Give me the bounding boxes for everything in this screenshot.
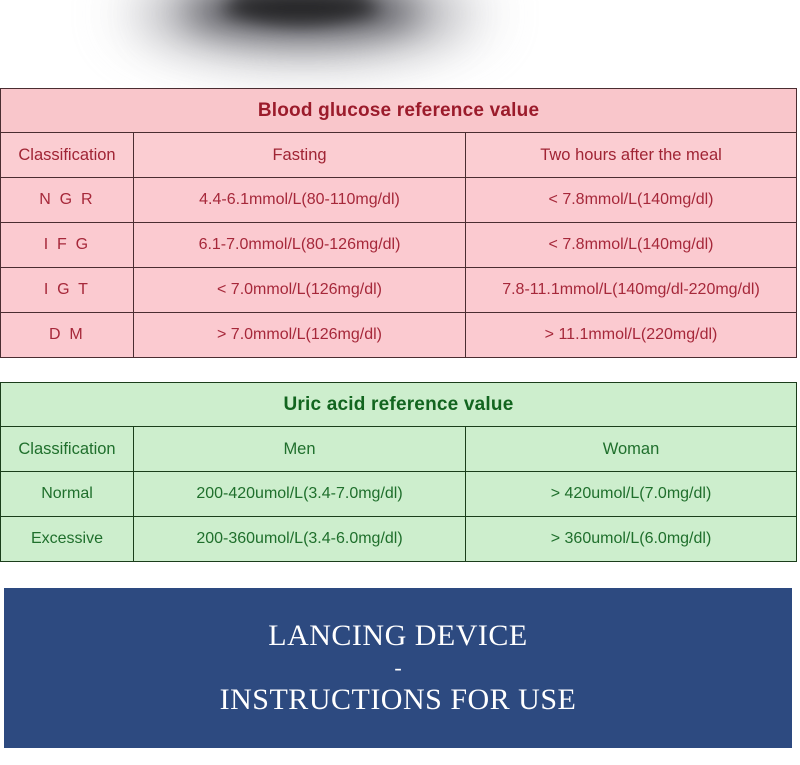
banner-title-line-2: INSTRUCTIONS FOR USE <box>219 682 577 716</box>
table-row: I G T < 7.0mmol/L(126mg/dl) 7.8-11.1mmol… <box>0 267 797 313</box>
cell-dm-fasting: > 7.0mmol/L(126mg/dl) <box>133 312 466 358</box>
cell-dm-two-hours: > 11.1mmol/L(220mg/dl) <box>464 312 797 358</box>
cell-ifg-two-hours: < 7.8mmol/L(140mg/dl) <box>464 222 797 268</box>
instructions-banner: LANCING DEVICE - INSTRUCTIONS FOR USE <box>4 588 792 748</box>
table-row: Excessive 200-360umol/L(3.4-6.0mg/dl) > … <box>0 516 797 562</box>
header-woman: Woman <box>464 426 797 472</box>
banner-title-line-1: LANCING DEVICE <box>268 618 528 652</box>
header-classification: Classification <box>0 132 134 178</box>
table-title-row: Blood glucose reference value <box>0 88 797 133</box>
cell-ngr-fasting: 4.4-6.1mmol/L(80-110mg/dl) <box>133 177 466 223</box>
header-classification: Classification <box>0 426 134 472</box>
cell-ifg-fasting: 6.1-7.0mmol/L(80-126mg/dl) <box>133 222 466 268</box>
row-classification-ngr: N G R <box>0 177 134 223</box>
row-classification-normal: Normal <box>0 471 134 517</box>
table-row: D M > 7.0mmol/L(126mg/dl) > 11.1mmol/L(2… <box>0 312 797 358</box>
row-classification-ifg: I F G <box>0 222 134 268</box>
blood-glucose-table-title: Blood glucose reference value <box>0 88 797 133</box>
blood-glucose-reference-table: Blood glucose reference value Classifica… <box>0 88 798 358</box>
banner-separator: - <box>394 655 402 681</box>
cell-normal-woman: > 420umol/L(7.0mg/dl) <box>464 471 797 517</box>
product-shadow-area <box>0 0 800 88</box>
cell-normal-men: 200-420umol/L(3.4-7.0mg/dl) <box>133 471 466 517</box>
table-row: N G R 4.4-6.1mmol/L(80-110mg/dl) < 7.8mm… <box>0 177 797 223</box>
uric-acid-table-title: Uric acid reference value <box>0 382 797 427</box>
table-header-row: Classification Fasting Two hours after t… <box>0 132 797 178</box>
header-two-hours-after-meal: Two hours after the meal <box>464 132 797 178</box>
table-row: I F G 6.1-7.0mmol/L(80-126mg/dl) < 7.8mm… <box>0 222 797 268</box>
cell-igt-fasting: < 7.0mmol/L(126mg/dl) <box>133 267 466 313</box>
row-classification-dm: D M <box>0 312 134 358</box>
row-classification-excessive: Excessive <box>0 516 134 562</box>
header-fasting: Fasting <box>133 132 466 178</box>
table-header-row: Classification Men Woman <box>0 426 797 472</box>
table-title-row: Uric acid reference value <box>0 382 797 427</box>
cell-excessive-men: 200-360umol/L(3.4-6.0mg/dl) <box>133 516 466 562</box>
header-men: Men <box>133 426 466 472</box>
table-row: Normal 200-420umol/L(3.4-7.0mg/dl) > 420… <box>0 471 797 517</box>
uric-acid-reference-table: Uric acid reference value Classification… <box>0 382 798 562</box>
cell-excessive-woman: > 360umol/L(6.0mg/dl) <box>464 516 797 562</box>
cell-ngr-two-hours: < 7.8mmol/L(140mg/dl) <box>464 177 797 223</box>
row-classification-igt: I G T <box>0 267 134 313</box>
cell-igt-two-hours: 7.8-11.1mmol/L(140mg/dl-220mg/dl) <box>464 267 797 313</box>
